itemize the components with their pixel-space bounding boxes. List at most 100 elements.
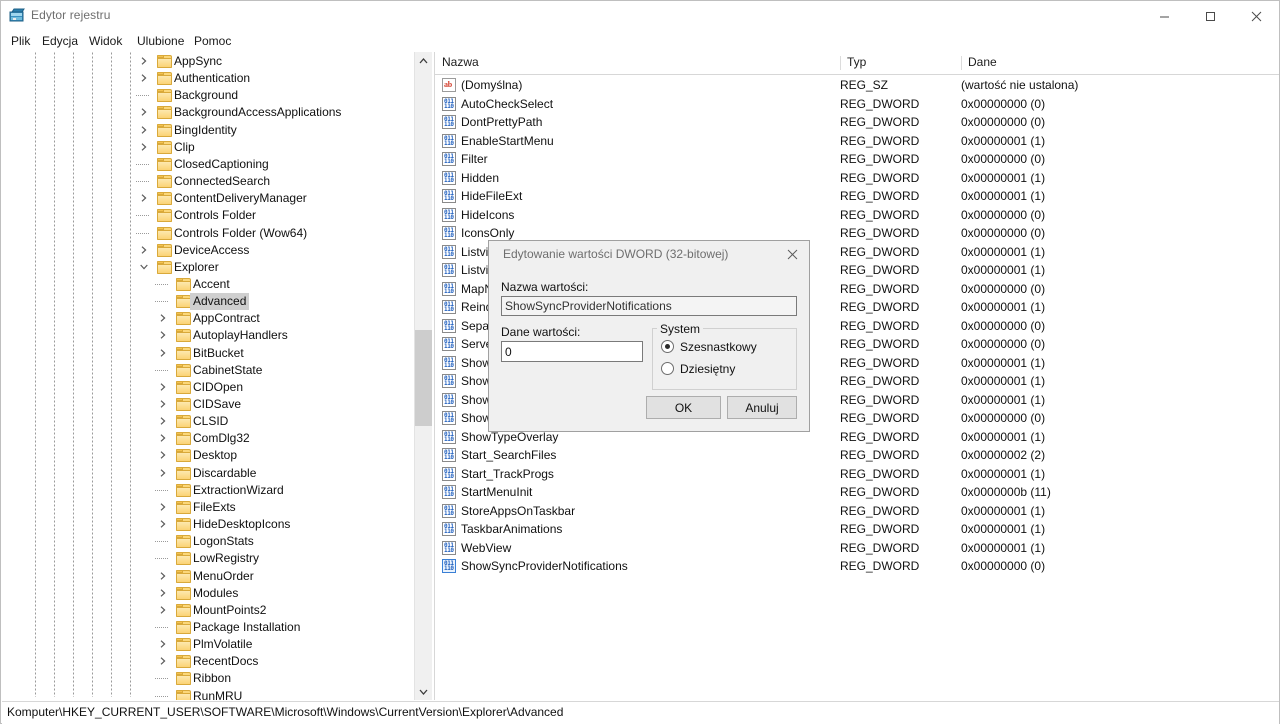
chevron-right-icon[interactable] bbox=[157, 516, 169, 533]
value-name-input[interactable] bbox=[501, 296, 797, 316]
close-icon[interactable] bbox=[777, 241, 807, 268]
maximize-button[interactable] bbox=[1187, 1, 1233, 31]
table-row[interactable]: ab (Domyślna) REG_SZ (wartość nie ustalona) bbox=[435, 76, 1279, 95]
tree-item[interactable]: Background bbox=[2, 87, 414, 104]
table-row[interactable]: 011 110 WebView REG_DWORD 0x00000001 (1) bbox=[435, 539, 1279, 558]
chevron-right-icon[interactable] bbox=[157, 585, 169, 602]
column-separator[interactable] bbox=[961, 56, 962, 70]
minimize-button[interactable] bbox=[1141, 1, 1187, 31]
table-row[interactable]: 011 110 TaskbarAnimations REG_DWORD 0x000000… bbox=[435, 520, 1279, 539]
table-row[interactable]: 011 110 Hidden REG_DWORD 0x00000001 (1) bbox=[435, 169, 1279, 188]
tree-item[interactable]: ComDlg32 bbox=[2, 430, 414, 447]
tree-item[interactable]: MenuOrder bbox=[2, 568, 414, 585]
chevron-right-icon[interactable] bbox=[157, 636, 169, 653]
value-data-input[interactable] bbox=[501, 341, 643, 362]
tree-item[interactable]: Advanced bbox=[2, 293, 414, 311]
table-row[interactable]: 011 110 Start_TrackProgs REG_DWORD 0x0000000… bbox=[435, 465, 1279, 484]
chevron-right-icon[interactable] bbox=[157, 602, 169, 619]
tree-item[interactable]: FileExts bbox=[2, 499, 414, 516]
radio-hexadecimal[interactable]: Szesnastkowy bbox=[661, 339, 791, 355]
tree-item[interactable]: ContentDeliveryManager bbox=[2, 190, 414, 207]
tree-item[interactable]: Ribbon bbox=[2, 670, 414, 687]
chevron-right-icon[interactable] bbox=[157, 499, 169, 516]
menu-item-plik[interactable]: Plik bbox=[6, 33, 35, 50]
tree-item[interactable]: Package Installation bbox=[2, 619, 414, 636]
chevron-down-icon[interactable] bbox=[138, 259, 150, 276]
tree-item[interactable]: RecentDocs bbox=[2, 653, 414, 670]
tree-item[interactable]: CLSID bbox=[2, 413, 414, 430]
tree-item[interactable]: Accent bbox=[2, 276, 414, 293]
chevron-right-icon[interactable] bbox=[138, 70, 150, 87]
table-row[interactable]: 011 110 DontPrettyPath REG_DWORD 0x00000000 … bbox=[435, 113, 1279, 132]
tree-item[interactable]: PlmVolatile bbox=[2, 636, 414, 653]
table-row[interactable]: 011 110 HideFileExt REG_DWORD 0x00000001 (1) bbox=[435, 187, 1279, 206]
chevron-right-icon[interactable] bbox=[157, 447, 169, 464]
table-row[interactable]: 011 110 EnableStartMenu REG_DWORD 0x00000001… bbox=[435, 132, 1279, 151]
tree-item[interactable]: LogonStats bbox=[2, 533, 414, 550]
chevron-right-icon[interactable] bbox=[138, 139, 150, 156]
tree-item[interactable]: Discardable bbox=[2, 465, 414, 482]
chevron-right-icon[interactable] bbox=[157, 345, 169, 362]
table-row[interactable]: 011 110 HideIcons REG_DWORD 0x00000000 (0) bbox=[435, 206, 1279, 225]
tree-item[interactable]: DeviceAccess bbox=[2, 242, 414, 259]
tree-item[interactable]: AppContract bbox=[2, 310, 414, 327]
tree-item[interactable]: ConnectedSearch bbox=[2, 173, 414, 190]
tree-item[interactable]: Controls Folder (Wow64) bbox=[2, 225, 414, 242]
cancel-button[interactable]: Anuluj bbox=[727, 396, 797, 419]
table-row[interactable]: 011 110 Start_SearchFiles REG_DWORD 0x000000… bbox=[435, 446, 1279, 465]
table-row[interactable]: 011 110 ShowSyncProviderNotifications REG_D… bbox=[435, 557, 1279, 576]
chevron-right-icon[interactable] bbox=[157, 430, 169, 447]
column-header-nazwa[interactable]: Nazwa bbox=[435, 52, 840, 73]
table-row[interactable]: 011 110 Filter REG_DWORD 0x00000000 (0) bbox=[435, 150, 1279, 169]
chevron-right-icon[interactable] bbox=[157, 465, 169, 482]
tree-item[interactable]: MountPoints2 bbox=[2, 602, 414, 619]
tree-item[interactable]: Explorer bbox=[2, 259, 414, 276]
chevron-right-icon[interactable] bbox=[157, 568, 169, 585]
table-row[interactable]: 011 110 StoreAppsOnTaskbar REG_DWORD 0x00000… bbox=[435, 502, 1279, 521]
scroll-down-arrow[interactable] bbox=[415, 683, 432, 700]
radio-decimal[interactable]: Dziesiętny bbox=[661, 361, 791, 377]
table-row[interactable]: 011 110 AutoCheckSelect REG_DWORD 0x00000000… bbox=[435, 95, 1279, 114]
chevron-right-icon[interactable] bbox=[157, 396, 169, 413]
column-header-dane[interactable]: Dane bbox=[961, 52, 1279, 73]
chevron-right-icon[interactable] bbox=[157, 379, 169, 396]
tree-item[interactable]: Authentication bbox=[2, 70, 414, 87]
column-separator[interactable] bbox=[840, 56, 841, 70]
scroll-up-arrow[interactable] bbox=[415, 52, 432, 69]
tree-item[interactable]: ClosedCaptioning bbox=[2, 156, 414, 173]
table-row[interactable]: 011 110 StartMenuInit REG_DWORD 0x0000000b (… bbox=[435, 483, 1279, 502]
tree-item[interactable]: Desktop bbox=[2, 447, 414, 464]
menu-item-edycja[interactable]: Edycja bbox=[37, 33, 83, 50]
chevron-right-icon[interactable] bbox=[138, 53, 150, 70]
column-header-typ[interactable]: Typ bbox=[840, 52, 961, 73]
chevron-right-icon[interactable] bbox=[157, 310, 169, 327]
ok-button[interactable]: OK bbox=[646, 396, 721, 419]
close-button[interactable] bbox=[1233, 1, 1279, 31]
tree-item[interactable]: BackgroundAccessApplications bbox=[2, 104, 414, 121]
chevron-right-icon[interactable] bbox=[138, 122, 150, 139]
menu-item-pomoc[interactable]: Pomoc bbox=[189, 33, 236, 50]
tree-item[interactable]: ExtractionWizard bbox=[2, 482, 414, 499]
tree-item[interactable]: CabinetState bbox=[2, 362, 414, 379]
tree-vertical-scrollbar[interactable] bbox=[414, 52, 432, 700]
tree-item[interactable]: HideDesktopIcons bbox=[2, 516, 414, 533]
tree-item[interactable]: CIDOpen bbox=[2, 379, 414, 396]
tree-item[interactable]: AppSync bbox=[2, 53, 414, 70]
tree-item[interactable]: LowRegistry bbox=[2, 550, 414, 567]
scroll-thumb[interactable] bbox=[415, 330, 432, 426]
tree-item[interactable]: BitBucket bbox=[2, 345, 414, 362]
chevron-right-icon[interactable] bbox=[157, 413, 169, 430]
tree-item[interactable]: CIDSave bbox=[2, 396, 414, 413]
menu-item-ulubione[interactable]: Ulubione bbox=[132, 33, 189, 50]
tree-item[interactable]: BingIdentity bbox=[2, 122, 414, 139]
chevron-right-icon[interactable] bbox=[138, 104, 150, 121]
chevron-right-icon[interactable] bbox=[157, 653, 169, 670]
registry-tree[interactable]: AppSync Authentication Background Backgroun… bbox=[2, 52, 414, 700]
menu-item-widok[interactable]: Widok bbox=[84, 33, 127, 50]
tree-item[interactable]: Controls Folder bbox=[2, 207, 414, 224]
chevron-right-icon[interactable] bbox=[157, 327, 169, 344]
chevron-right-icon[interactable] bbox=[138, 190, 150, 207]
chevron-right-icon[interactable] bbox=[138, 242, 150, 259]
tree-item[interactable]: AutoplayHandlers bbox=[2, 327, 414, 344]
tree-item[interactable]: Modules bbox=[2, 585, 414, 602]
